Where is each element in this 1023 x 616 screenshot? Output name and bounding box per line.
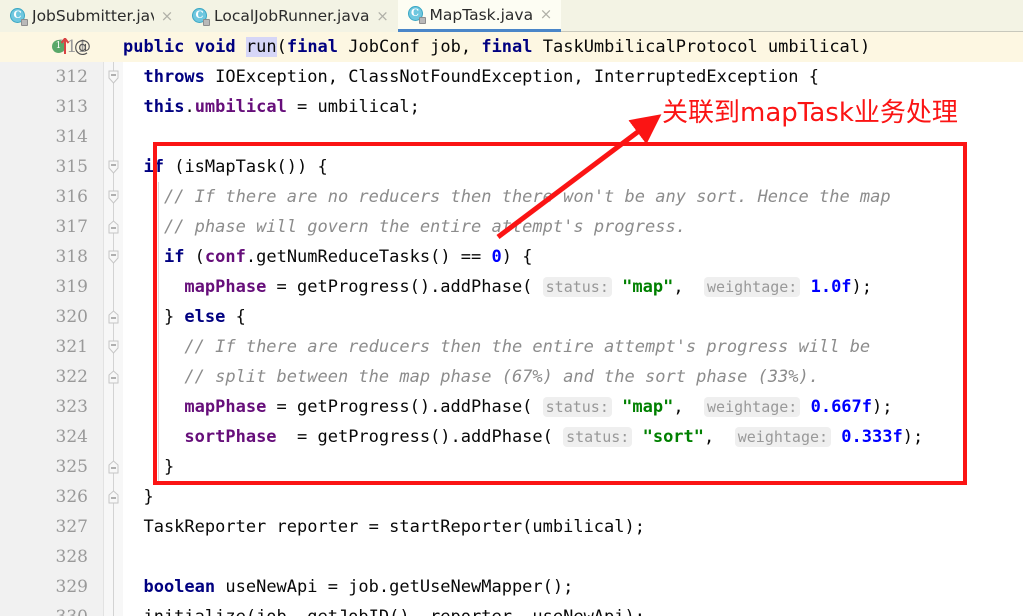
- line-number[interactable]: 318: [0, 242, 92, 272]
- java-class-icon: C: [407, 6, 426, 24]
- code-text: } else {: [123, 307, 246, 327]
- code-text: // If there are no reducers then there w…: [163, 187, 891, 207]
- code-line[interactable]: 322 // split between the map phase (67%)…: [0, 362, 1023, 392]
- code-text: }: [123, 457, 175, 477]
- code-line[interactable]: 319 mapPhase = getProgress().addPhase( s…: [0, 272, 1023, 302]
- code-text: sortPhase = getProgress().addPhase( stat…: [184, 427, 924, 447]
- close-icon[interactable]: ×: [539, 7, 553, 22]
- code-text: initialize(job, getJobID(), reporter, us…: [123, 602, 645, 616]
- code-text: TaskReporter reporter = startReporter(um…: [123, 517, 645, 537]
- code-text: mapPhase = getProgress().addPhase( statu…: [184, 397, 893, 417]
- code-line[interactable]: 317 // phase will govern the entire atte…: [0, 212, 1023, 242]
- code-line[interactable]: 330 initialize(job, getJobID(), reporter…: [0, 602, 1023, 616]
- param-hint-weightage: weightage:: [704, 277, 801, 297]
- param-hint-status: status:: [542, 277, 612, 297]
- line-number[interactable]: 313: [0, 92, 92, 122]
- line-number[interactable]: 319: [0, 272, 92, 302]
- line-number[interactable]: 330: [0, 602, 92, 616]
- code-line[interactable]: 316 // If there are no reducers then the…: [0, 182, 1023, 212]
- code-line[interactable]: 311 1 @ public void run(final JobConf jo…: [0, 32, 1023, 62]
- fold-end-icon[interactable]: [106, 70, 121, 85]
- java-class-icon: C: [10, 7, 28, 26]
- code-line[interactable]: 327 TaskReporter reporter = startReporte…: [0, 512, 1023, 542]
- code-line[interactable]: 325 }: [0, 452, 1023, 482]
- code-text: public void run(final JobConf job, final…: [123, 37, 871, 57]
- fold-end-icon[interactable]: [106, 340, 121, 355]
- idea-editor-window: C JobSubmitter.java × C LocalJobRunner.j…: [0, 0, 1023, 616]
- code-line[interactable]: 326 }: [0, 482, 1023, 512]
- tab-label: LocalJobRunner.java: [214, 7, 370, 25]
- code-line[interactable]: 328: [0, 542, 1023, 572]
- close-icon[interactable]: ×: [376, 8, 390, 24]
- line-number[interactable]: 320: [0, 302, 92, 332]
- fold-mid-icon[interactable]: [106, 460, 121, 475]
- fold-end-icon[interactable]: [106, 250, 121, 265]
- line-number[interactable]: 328: [0, 542, 92, 572]
- fold-end-icon[interactable]: [106, 160, 121, 175]
- fold-mid-icon[interactable]: [106, 220, 121, 235]
- line-number[interactable]: 325: [0, 452, 92, 482]
- fold-mid-icon[interactable]: [106, 370, 121, 385]
- param-hint-status: status:: [542, 397, 612, 417]
- code-text: // split between the map phase (67%) and…: [184, 367, 819, 387]
- code-text: }: [123, 487, 154, 507]
- code-line[interactable]: 324 sortPhase = getProgress().addPhase( …: [0, 422, 1023, 452]
- tab-label: JobSubmitter.java: [32, 7, 154, 25]
- code-text: // If there are reducers then the entire…: [184, 337, 871, 357]
- java-class-icon: C: [192, 7, 210, 26]
- line-number[interactable]: 321: [0, 332, 92, 362]
- line-number[interactable]: 322: [0, 362, 92, 392]
- fold-mid-icon[interactable]: [106, 310, 121, 325]
- code-text: if (conf.getNumReduceTasks() == 0) {: [163, 247, 533, 267]
- code-text: if (isMapTask()) {: [143, 157, 328, 177]
- line-number[interactable]: 323: [0, 392, 92, 422]
- line-number[interactable]: 329: [0, 572, 92, 602]
- tab-maptask[interactable]: C MapTask.java ×: [397, 0, 562, 32]
- param-hint-weightage: weightage:: [704, 397, 801, 417]
- code-text: this.umbilical = umbilical;: [143, 97, 420, 117]
- code-line[interactable]: 315 if (isMapTask()) {: [0, 152, 1023, 182]
- line-number[interactable]: 312: [0, 62, 92, 92]
- code-text: // phase will govern the entire attempt'…: [163, 217, 686, 237]
- code-line[interactable]: 323 mapPhase = getProgress().addPhase( s…: [0, 392, 1023, 422]
- annotation-text: 关联到mapTask业务处理: [662, 98, 958, 128]
- run-gutter-icon[interactable]: 1: [52, 38, 70, 54]
- code-line[interactable]: 321 // If there are reducers then the en…: [0, 332, 1023, 362]
- code-text: throws IOException, ClassNotFoundExcepti…: [143, 67, 819, 87]
- tab-label: MapTask.java: [429, 5, 534, 24]
- code-line[interactable]: 320 } else {: [0, 302, 1023, 332]
- line-number[interactable]: 326: [0, 482, 92, 512]
- editor-tab-bar: C JobSubmitter.java × C LocalJobRunner.j…: [0, 0, 1023, 32]
- line-number[interactable]: 316: [0, 182, 92, 212]
- code-text: boolean useNewApi = job.getUseNewMapper(…: [143, 577, 574, 597]
- code-line[interactable]: 312 throws IOException, ClassNotFoundExc…: [0, 62, 1023, 92]
- fold-end-icon[interactable]: [106, 190, 121, 205]
- code-line[interactable]: 329 boolean useNewApi = job.getUseNewMap…: [0, 572, 1023, 602]
- fold-mid-icon[interactable]: [106, 490, 121, 505]
- annotation-gutter-icon[interactable]: @: [74, 37, 91, 57]
- code-text: mapPhase = getProgress().addPhase( statu…: [184, 277, 873, 297]
- tab-jobsubmitter[interactable]: C JobSubmitter.java ×: [0, 0, 182, 32]
- code-line[interactable]: 318 if (conf.getNumReduceTasks() == 0) {: [0, 242, 1023, 272]
- line-number[interactable]: 324: [0, 422, 92, 452]
- line-number[interactable]: 317: [0, 212, 92, 242]
- tab-localjobrunner[interactable]: C LocalJobRunner.java ×: [182, 0, 398, 32]
- param-hint-weightage: weightage:: [734, 427, 832, 447]
- close-icon[interactable]: ×: [160, 8, 174, 24]
- param-hint-status: status:: [563, 427, 633, 447]
- line-number[interactable]: 314: [0, 122, 92, 152]
- line-number[interactable]: 327: [0, 512, 92, 542]
- line-number[interactable]: 315: [0, 152, 92, 182]
